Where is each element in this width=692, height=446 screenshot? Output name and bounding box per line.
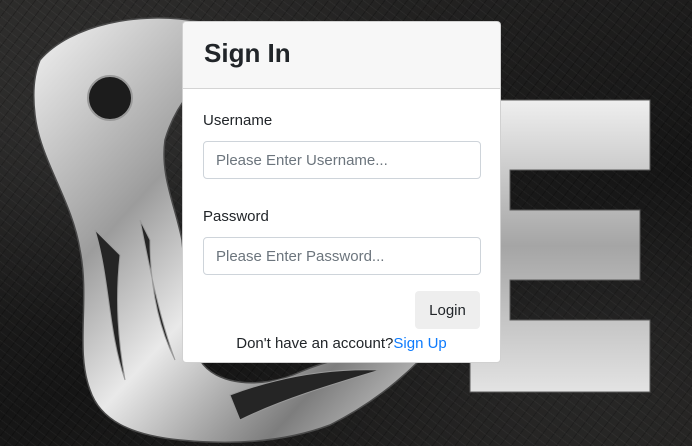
username-group: Username	[203, 111, 481, 179]
signin-card: Sign In Username Password Login Don't ha…	[182, 21, 501, 363]
signin-title: Sign In	[204, 38, 291, 68]
signup-prompt: Don't have an account?	[236, 335, 394, 352]
password-input[interactable]	[203, 237, 481, 275]
username-label: Username	[203, 112, 273, 129]
password-label: Password	[203, 208, 269, 225]
logo-keyhole	[87, 75, 133, 121]
username-input[interactable]	[203, 141, 481, 179]
signin-card-header: Sign In	[183, 22, 500, 89]
signup-link[interactable]: Sign Up	[393, 335, 446, 352]
password-group: Password	[203, 207, 481, 275]
signin-actions: Login	[203, 291, 480, 329]
signup-line: Don't have an account?Sign Up	[203, 333, 480, 355]
login-button[interactable]: Login	[415, 291, 480, 329]
signin-card-body: Username Password Login Don't have an ac…	[183, 89, 500, 355]
